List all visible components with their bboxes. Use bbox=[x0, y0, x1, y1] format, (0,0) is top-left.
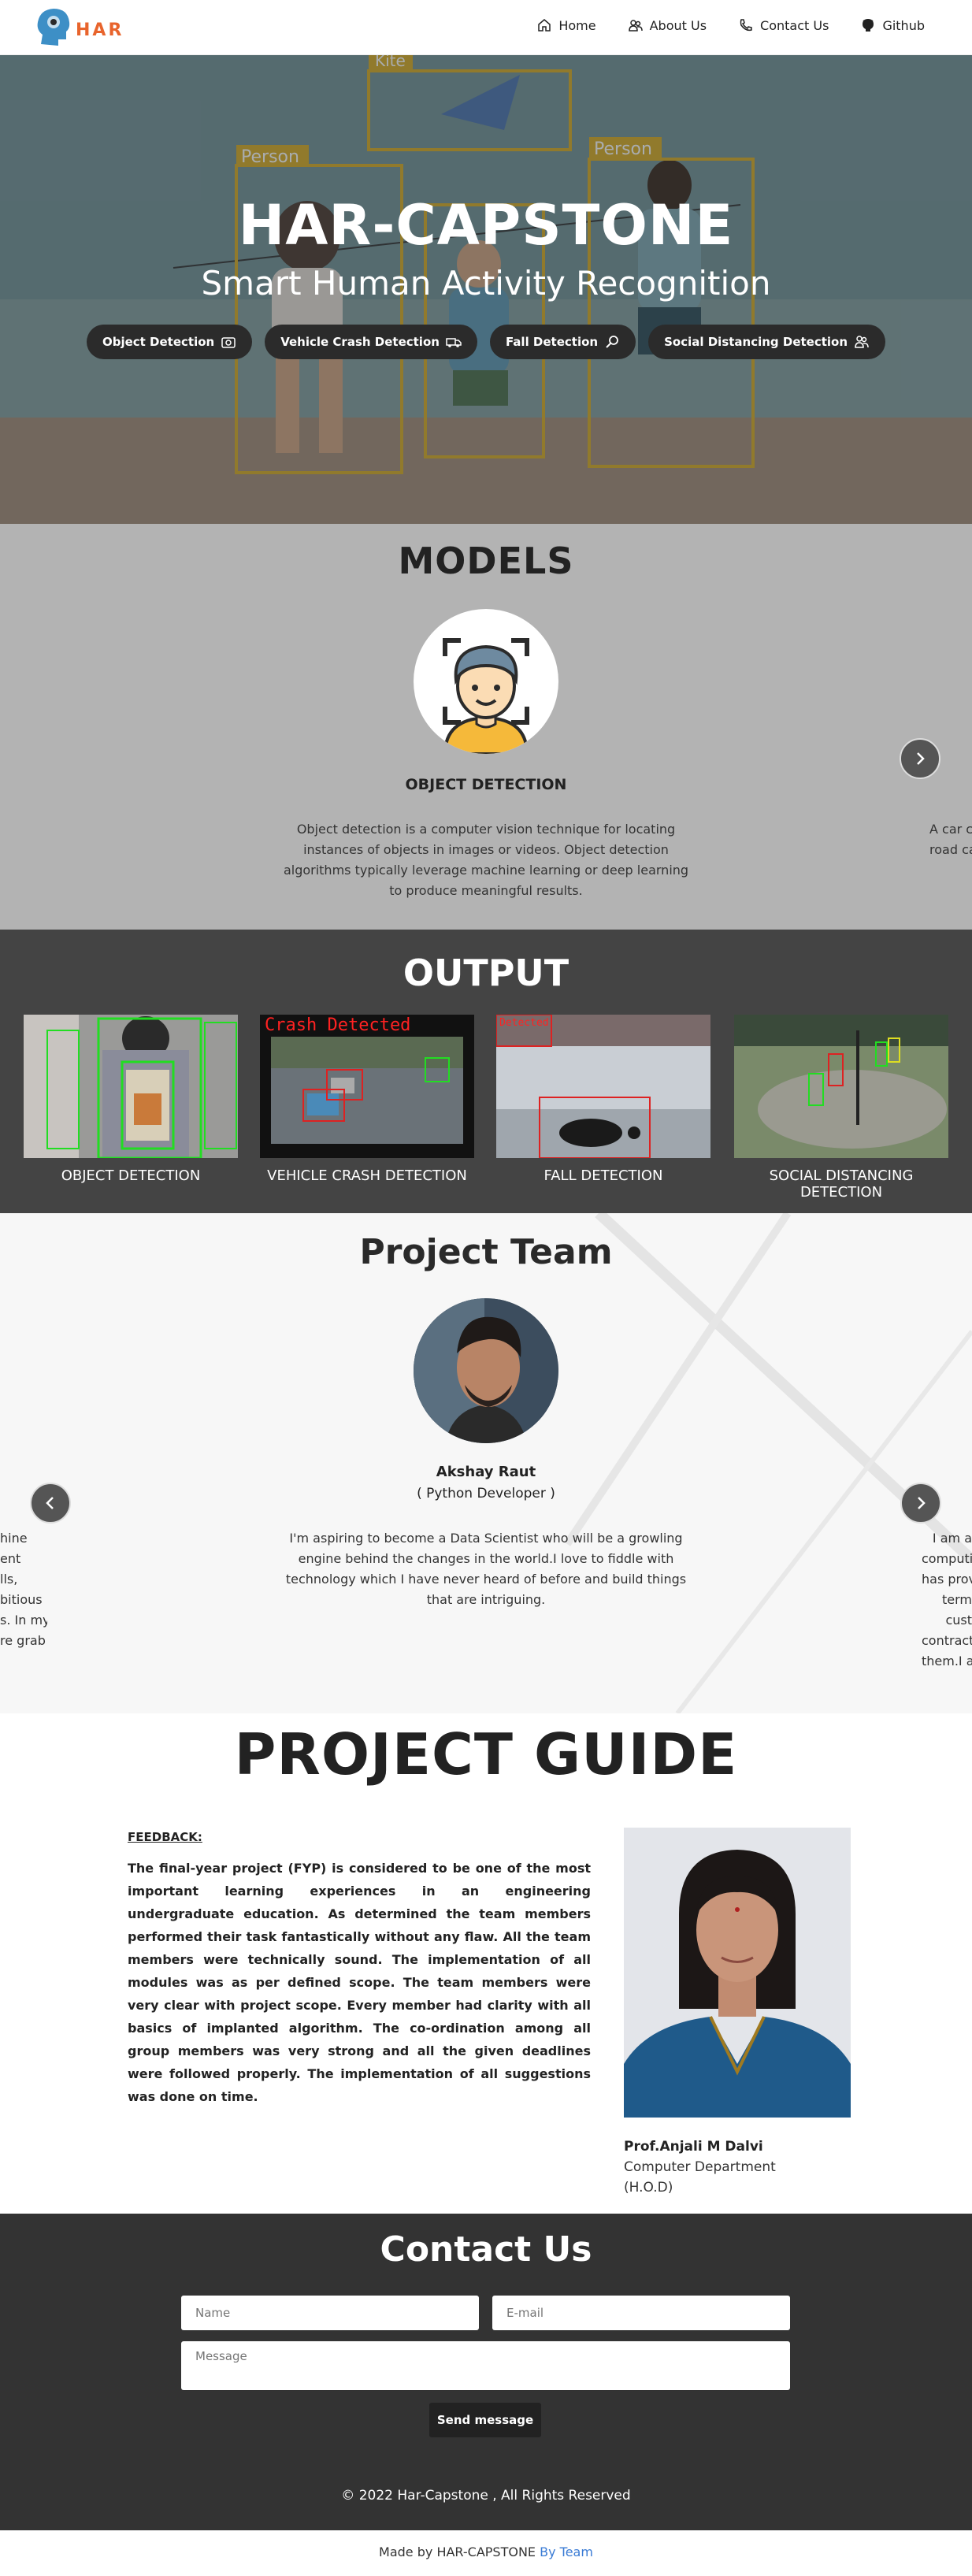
logo-text: HAR bbox=[76, 20, 124, 40]
member-bio: I'm aspiring to become a Data Scientist … bbox=[285, 1531, 687, 1607]
models-title: MODELS bbox=[398, 540, 574, 582]
name-field[interactable] bbox=[181, 2296, 479, 2330]
chevron-right-icon bbox=[918, 1497, 926, 1509]
fall-detection-button-label: Fall Detection bbox=[505, 335, 599, 349]
search-icon bbox=[606, 336, 618, 348]
peek-line: has prov bbox=[922, 1572, 972, 1587]
model-name: OBJECT DETECTION bbox=[405, 776, 567, 793]
peek-line: contract bbox=[922, 1633, 972, 1648]
message-field[interactable] bbox=[181, 2341, 790, 2390]
fall-detection-output-image: Detected bbox=[496, 1015, 710, 1158]
peek-line: ent bbox=[0, 1551, 21, 1566]
peek-line: them.I a bbox=[922, 1654, 972, 1668]
social-distancing-detection-button-label: Social Distancing Detection bbox=[664, 335, 848, 349]
brain-head-icon bbox=[37, 9, 70, 46]
nav-home-label: Home bbox=[558, 17, 596, 33]
feedback-text: The final-year project (FYP) is consider… bbox=[128, 1861, 591, 2104]
peek-line: cust bbox=[945, 1613, 972, 1628]
output-card[interactable]: Crash Detected VEHICLE CRASH DETECTION bbox=[260, 1015, 474, 1184]
camera-icon bbox=[221, 337, 236, 348]
prev-member-peek: hine ent lls, bitious s. In my re grab bbox=[0, 1528, 47, 1651]
github-icon bbox=[863, 19, 874, 32]
hero-title: HAR-CAPSTONE bbox=[238, 193, 734, 258]
guide-position: (H.O.D) bbox=[624, 2180, 673, 2196]
hero-subtitle: Smart Human Activity Recognition bbox=[201, 264, 771, 303]
by-team-link[interactable]: By Team bbox=[540, 2544, 593, 2559]
nav-home[interactable]: Home bbox=[536, 17, 596, 33]
guide-photo bbox=[624, 1828, 851, 2118]
model-avatar bbox=[414, 609, 558, 754]
peek-line: I am a bbox=[932, 1531, 972, 1546]
peek-line: computi bbox=[922, 1551, 972, 1566]
vehicle-crash-detection-button[interactable]: Vehicle Crash Detection bbox=[265, 325, 477, 359]
made-by-text: Made by HAR-CAPSTONE bbox=[379, 2544, 536, 2559]
object-detection-button[interactable]: Object Detection bbox=[86, 325, 253, 359]
peek-line: s. In my bbox=[0, 1613, 47, 1628]
output-section: OUTPUT OBJECT DETECTION Crash Detected V… bbox=[0, 930, 972, 1213]
crash-detected-overlay: Crash Detected bbox=[265, 1015, 410, 1035]
models-section: MODELS OBJECT DETECTION Object detection… bbox=[0, 524, 972, 930]
guide-name: Prof.Anjali M Dalvi bbox=[624, 2139, 763, 2155]
output-title: OUTPUT bbox=[403, 952, 569, 994]
fall-detection-button[interactable]: Fall Detection bbox=[489, 325, 636, 359]
member-role: ( Python Developer ) bbox=[417, 1486, 555, 1501]
output-label: OBJECT DETECTION bbox=[61, 1167, 201, 1184]
contact-section: Contact Us Send message © 2022 Har-Capst… bbox=[0, 2214, 972, 2530]
feedback-label: FEEDBACK: bbox=[128, 1830, 202, 1844]
output-label: FALL DETECTION bbox=[544, 1167, 663, 1184]
truck-icon bbox=[446, 338, 462, 347]
peek-line: lls, bbox=[0, 1572, 18, 1587]
nav-github-label: Github bbox=[882, 17, 925, 33]
fall-detected-overlay: Detected bbox=[499, 1017, 549, 1029]
models-next-button[interactable] bbox=[900, 738, 940, 779]
contact-title: Contact Us bbox=[380, 2229, 592, 2270]
project-team-section: Project Team Akshay Raut ( Python Develo… bbox=[0, 1213, 972, 1713]
copyright: © 2022 Har-Capstone , All Rights Reserve… bbox=[341, 2488, 631, 2504]
output-card[interactable]: SOCIAL DISTANCING DETECTION bbox=[734, 1015, 948, 1201]
footer: Made by HAR-CAPSTONE By Team bbox=[0, 2530, 972, 2576]
nav-about-label: About Us bbox=[649, 17, 707, 33]
team-prev-button[interactable] bbox=[30, 1483, 71, 1524]
output-label: VEHICLE CRASH DETECTION bbox=[267, 1167, 467, 1184]
people-icon bbox=[855, 336, 869, 348]
next-model-peek: A car c road ca bbox=[929, 822, 972, 857]
home-icon bbox=[538, 19, 551, 32]
next-member-peek: I am a computi has prov term cust contra… bbox=[922, 1528, 972, 1672]
social-distancing-output-image bbox=[734, 1015, 948, 1158]
phone-icon bbox=[740, 19, 752, 32]
chevron-right-icon bbox=[917, 752, 925, 765]
peek-line: hine bbox=[0, 1531, 28, 1546]
nav-contact-label: Contact Us bbox=[760, 17, 829, 33]
users-icon bbox=[628, 20, 643, 32]
navbar: HAR Home About Us Contact Us Github bbox=[0, 0, 972, 55]
output-card[interactable]: Detected FALL DETECTION bbox=[496, 1015, 710, 1184]
social-distancing-detection-button[interactable]: Social Distancing Detection bbox=[648, 325, 886, 359]
team-next-button[interactable] bbox=[900, 1483, 941, 1524]
guide-title: PROJECT GUIDE bbox=[234, 1721, 738, 1787]
peek-line: bitious bbox=[0, 1592, 43, 1607]
object-detection-output-image bbox=[24, 1015, 238, 1158]
member-photo bbox=[414, 1298, 558, 1443]
project-guide-section: PROJECT GUIDE FEEDBACK: The final-year p… bbox=[0, 1713, 972, 2214]
vehicle-crash-output-image: Crash Detected bbox=[260, 1015, 474, 1158]
member-name: Akshay Raut bbox=[436, 1464, 536, 1480]
guide-department: Computer Department bbox=[624, 2159, 776, 2175]
hero-section: Kite Person Person HAR-CAPSTONE Smart Hu… bbox=[0, 55, 972, 524]
vehicle-crash-detection-button-label: Vehicle Crash Detection bbox=[280, 335, 440, 349]
model-description: Object detection is a computer vision te… bbox=[283, 822, 689, 898]
send-message-button[interactable]: Send message bbox=[429, 2403, 541, 2437]
logo[interactable]: HAR bbox=[35, 6, 121, 50]
chevron-left-icon bbox=[46, 1497, 54, 1509]
peek-line: re grab bbox=[0, 1633, 46, 1648]
nav-contact[interactable]: Contact Us bbox=[738, 17, 829, 33]
email-field[interactable] bbox=[492, 2296, 790, 2330]
nav-github[interactable]: Github bbox=[860, 17, 925, 33]
nav-about[interactable]: About Us bbox=[628, 17, 707, 33]
peek-line: term bbox=[942, 1592, 972, 1607]
output-card[interactable]: OBJECT DETECTION bbox=[24, 1015, 238, 1184]
output-label: SOCIAL DISTANCING DETECTION bbox=[769, 1167, 914, 1201]
team-title: Project Team bbox=[359, 1232, 613, 1272]
object-detection-button-label: Object Detection bbox=[102, 335, 215, 349]
object-detection-avatar-icon bbox=[443, 638, 529, 754]
